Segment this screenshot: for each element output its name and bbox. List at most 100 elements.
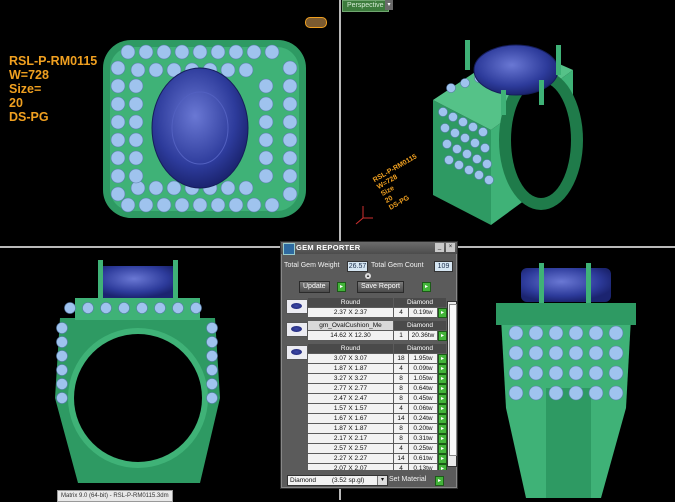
minimize-icon[interactable]: _ xyxy=(435,243,444,252)
select-gem-row-button[interactable] xyxy=(438,374,447,384)
gem-size-cell: 1.87 X 1.87 xyxy=(308,364,393,373)
gem-size-cell: 2.77 X 2.77 xyxy=(308,384,393,393)
total-gem-count-value: 109 xyxy=(434,261,453,272)
gem-weight-cell: 0.13tw xyxy=(409,464,437,470)
gem-weight-cell: 1.95tw xyxy=(409,354,437,363)
gem-count-cell: 8 xyxy=(394,434,408,443)
gem-count-cell: 4 xyxy=(394,464,408,470)
panel-title: GEM REPORTER xyxy=(296,243,361,252)
save-report-button[interactable]: Save Report xyxy=(357,281,404,293)
select-gem-row-button[interactable] xyxy=(438,464,447,470)
gem-count-cell: 4 xyxy=(394,404,408,413)
set-material-button[interactable] xyxy=(435,476,444,486)
material-density: (3.52 sp.gl) xyxy=(331,477,365,484)
material-select[interactable]: Diamond (3.52 sp.gl) ▾ xyxy=(287,475,388,486)
gem-cut-header: gm_OvalCushion_Me xyxy=(308,321,393,330)
gem-count-cell: 1 xyxy=(394,331,408,340)
gem-size-cell: 1.67 X 1.67 xyxy=(308,414,393,423)
panel-titlebar[interactable]: GEM REPORTER _ × xyxy=(281,242,457,255)
ring-size-value: 20 xyxy=(9,96,23,110)
gem-weight-cell: 0.61tw xyxy=(409,454,437,463)
select-gem-row-button[interactable] xyxy=(438,308,447,318)
gem-material-header: Diamond xyxy=(394,298,446,307)
gem-material-header: Diamond xyxy=(394,321,446,330)
gem-weight-cell: 0.06tw xyxy=(409,404,437,413)
update-button-label: Update xyxy=(303,283,326,290)
gem-size-cell: 2.37 X 2.37 xyxy=(308,308,393,317)
select-gem-row-button[interactable] xyxy=(438,454,447,464)
viewport-label-perspective[interactable]: Perspective xyxy=(342,0,389,12)
gem-weight-cell: 20.36tw xyxy=(409,331,437,340)
gem-reporter-panel[interactable]: GEM REPORTER _ × Total Gem Weight 26.57 … xyxy=(280,241,458,489)
gem-count-cell: 8 xyxy=(394,424,408,433)
select-gem-row-button[interactable] xyxy=(438,354,447,364)
select-gem-row-button[interactable] xyxy=(438,331,447,341)
gem-size-cell: 3.27 X 3.27 xyxy=(308,374,393,383)
select-gem-row-button[interactable] xyxy=(438,404,447,414)
set-material-label: Set Material xyxy=(389,476,427,483)
round-gem-icon xyxy=(286,345,308,360)
gem-size-cell: 1.87 X 1.87 xyxy=(308,424,393,433)
gem-table-scrollbar[interactable] xyxy=(447,301,457,467)
gem-count-cell: 4 xyxy=(394,444,408,453)
gem-size-cell: 2.17 X 2.17 xyxy=(308,434,393,443)
gem-material-header: Diamond xyxy=(394,344,446,353)
gem-count-cell: 8 xyxy=(394,394,408,403)
gem-count-cell: 14 xyxy=(394,414,408,423)
gem-weight-cell: 0.64tw xyxy=(409,384,437,393)
gem-size-cell: 2.27 X 2.27 xyxy=(308,454,393,463)
chevron-down-icon[interactable]: ▾ xyxy=(377,476,387,485)
gem-count-cell: 8 xyxy=(394,374,408,383)
gem-reporter-logo-icon xyxy=(283,243,295,255)
ring-code: RSL-P-RM0115 xyxy=(9,54,98,68)
oval-cushion-gem-icon xyxy=(286,322,308,337)
update-button[interactable]: Update xyxy=(299,281,330,293)
round-gem-icon xyxy=(286,299,308,314)
select-gem-row-button[interactable] xyxy=(438,364,447,374)
gem-table[interactable]: RoundDiamond2.37 X 2.3740.19twgm_OvalCus… xyxy=(281,298,457,470)
window-status-bar: Matrix 9.0 (64-bit) - RSL-P-RM0115.3dm xyxy=(57,490,173,502)
gem-weight-cell: 0.45tw xyxy=(409,394,437,403)
gem-weight-cell: 0.31tw xyxy=(409,434,437,443)
close-icon[interactable]: × xyxy=(446,243,455,252)
gem-size-cell: 3.07 X 3.07 xyxy=(308,354,393,363)
gem-size-cell: 1.57 X 1.57 xyxy=(308,404,393,413)
gem-weight-cell: 0.09tw xyxy=(409,364,437,373)
material-select-value: Diamond xyxy=(290,477,317,484)
gem-count-cell: 4 xyxy=(394,308,408,317)
update-go-icon[interactable] xyxy=(337,282,346,292)
gem-weight-cell: 0.19tw xyxy=(409,308,437,317)
gem-cut-header: Round xyxy=(308,298,393,307)
gem-weight-cell: 0.24tw xyxy=(409,414,437,423)
gem-size-cell: 14.62 X 12.30 xyxy=(308,331,393,340)
total-gem-weight-value: 26.57 xyxy=(347,261,368,272)
viewport-top[interactable]: RSL-P-RM0115 W=728 Size= 20 DS-PG xyxy=(0,0,339,246)
gem-count-cell: 8 xyxy=(394,384,408,393)
select-gem-row-button[interactable] xyxy=(438,414,447,424)
gem-weight-cell: 0.25tw xyxy=(409,444,437,453)
gem-size-cell: 2.07 X 2.07 xyxy=(308,464,393,470)
save-report-label: Save Report xyxy=(361,283,400,290)
save-report-go-icon[interactable] xyxy=(422,282,431,292)
gem-cut-header: Round xyxy=(308,344,393,353)
viewcube-icon[interactable] xyxy=(305,17,327,28)
total-gem-weight-label: Total Gem Weight xyxy=(284,262,340,269)
select-gem-row-button[interactable] xyxy=(438,424,447,434)
select-gem-row-button[interactable] xyxy=(438,444,447,454)
select-gem-row-button[interactable] xyxy=(438,434,447,444)
select-gem-row-button[interactable] xyxy=(438,394,447,404)
viewport-menu-chevron-icon[interactable]: ▾ xyxy=(385,0,393,10)
ring-width: W=728 xyxy=(9,68,49,82)
select-gem-row-button[interactable] xyxy=(438,384,447,394)
ring-size-label: Size= xyxy=(9,82,42,96)
gem-weight-cell: 0.20tw xyxy=(409,424,437,433)
ring-metal: DS-PG xyxy=(9,110,49,124)
total-gem-count-label: Total Gem Count xyxy=(371,262,424,269)
gem-weight-cell: 1.05tw xyxy=(409,374,437,383)
gem-count-cell: 14 xyxy=(394,454,408,463)
gem-count-cell: 4 xyxy=(394,364,408,373)
gem-count-cell: 18 xyxy=(394,354,408,363)
collapse-icon[interactable]: ▴ xyxy=(365,273,371,279)
ring-info-label: RSL-P-RM0115 W=728 Size= 20 DS-PG xyxy=(9,54,97,124)
scrollbar-thumb[interactable] xyxy=(449,304,457,456)
